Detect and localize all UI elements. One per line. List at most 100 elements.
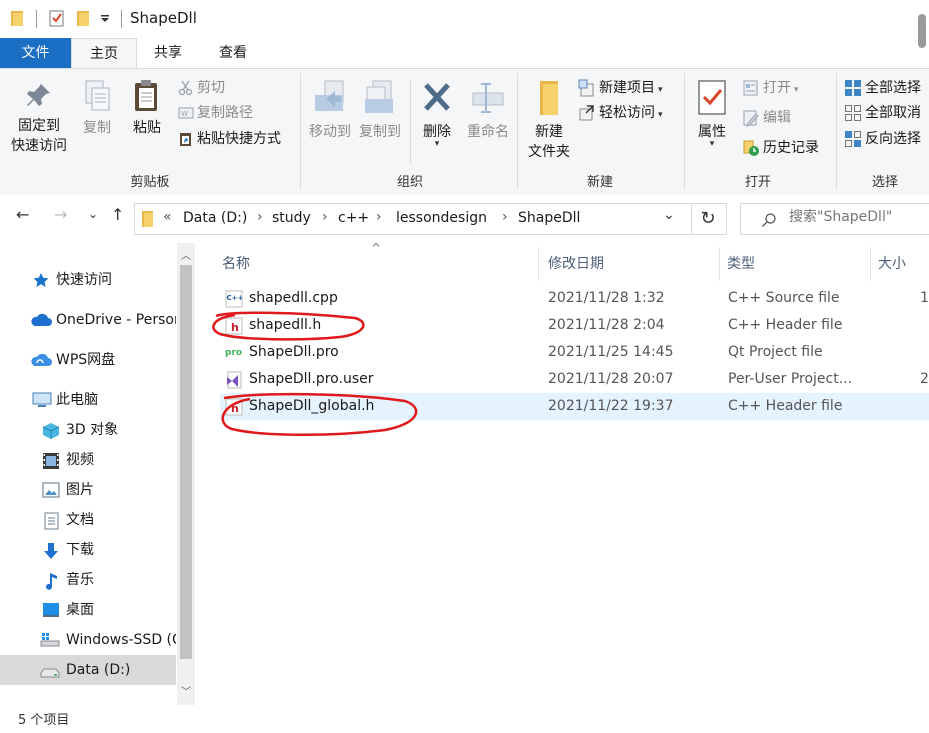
nav-item-quick-access[interactable]: 快速访问 bbox=[0, 265, 176, 295]
file-row[interactable]: C++ shapedll.cpp 2021/11/28 1:32 C++ Sou… bbox=[220, 285, 929, 312]
ribbon: 固定到 快速访问 复制 粘贴 剪切 W 复制路径 粘贴快捷方式 剪贴板 移动到 复… bbox=[0, 68, 929, 196]
copy-to-icon bbox=[365, 80, 393, 113]
copy-button[interactable]: 复制 bbox=[76, 79, 118, 137]
breadcrumb-cpp[interactable]: c++ bbox=[338, 210, 369, 226]
video-film-icon bbox=[43, 453, 59, 469]
nav-item-pictures[interactable]: 图片 bbox=[0, 475, 176, 505]
up-arrow-icon[interactable]: ↑ bbox=[111, 205, 124, 224]
nav-item-downloads[interactable]: 下载 bbox=[0, 535, 176, 565]
file-type: C++ Header file bbox=[728, 398, 843, 414]
scroll-up-chevron-icon[interactable]: ︿ bbox=[181, 247, 191, 262]
column-separator[interactable] bbox=[870, 247, 871, 281]
tab-home[interactable]: 主页 bbox=[71, 38, 137, 69]
clipboard-group-title: 剪贴板 bbox=[130, 175, 170, 190]
column-header-name[interactable]: 名称 bbox=[222, 253, 250, 273]
open-button[interactable]: 打开 ▾ bbox=[742, 77, 799, 99]
scrollbar-thumb[interactable] bbox=[180, 265, 192, 659]
invert-selection-button[interactable]: 反向选择 bbox=[844, 128, 921, 150]
computer-icon bbox=[32, 392, 52, 407]
search-input[interactable] bbox=[789, 209, 924, 225]
forward-arrow-icon[interactable]: → bbox=[54, 205, 67, 224]
ribbon-tabs: 文件 主页 共享 查看 bbox=[0, 38, 929, 69]
open-label: 打开 bbox=[763, 80, 791, 96]
column-header-type[interactable]: 类型 bbox=[727, 253, 755, 273]
nav-item-documents[interactable]: 文档 bbox=[0, 505, 176, 535]
paste-shortcut-button[interactable]: 粘贴快捷方式 bbox=[178, 128, 281, 150]
new-folder-button[interactable]: 新建 文件夹 bbox=[522, 79, 576, 161]
delete-button[interactable]: 删除 ▾ bbox=[416, 79, 458, 149]
nav-item-windows-ssd[interactable]: Windows-SSD (C:) bbox=[0, 625, 176, 655]
move-to-icon bbox=[315, 80, 344, 111]
select-all-label: 全部选择 bbox=[865, 80, 921, 96]
file-row[interactable]: h shapedll.h 2021/11/28 2:04 C++ Header … bbox=[220, 312, 929, 339]
back-arrow-icon[interactable]: ← bbox=[16, 205, 29, 224]
visual-studio-file-icon bbox=[227, 371, 242, 389]
tab-view[interactable]: 查看 bbox=[200, 38, 266, 68]
address-bar[interactable]: « Data (D:) › study › c++ › lessondesign… bbox=[134, 203, 692, 235]
breadcrumb-drive[interactable]: Data (D:) bbox=[183, 210, 247, 226]
svg-text:h: h bbox=[231, 321, 239, 334]
paste-button[interactable]: 粘贴 bbox=[126, 79, 168, 137]
pin-to-quick-access-button[interactable]: 固定到 快速访问 bbox=[6, 81, 72, 155]
properties-button[interactable]: 属性 ▾ bbox=[688, 79, 736, 149]
tab-share[interactable]: 共享 bbox=[136, 38, 200, 68]
new-item-button[interactable]: 新建项目 ▾ bbox=[578, 77, 663, 99]
nav-item-data-drive[interactable]: Data (D:) bbox=[0, 655, 176, 685]
file-type: Per-User Project... bbox=[728, 371, 853, 387]
delete-dropdown-icon[interactable]: ▾ bbox=[416, 140, 458, 149]
nav-item-desktop[interactable]: 桌面 bbox=[0, 595, 176, 625]
rename-button[interactable]: 重命名 bbox=[462, 79, 514, 141]
nav-item-onedrive[interactable]: OneDrive - Personal bbox=[0, 305, 176, 335]
column-header-size[interactable]: 大小 bbox=[878, 253, 906, 273]
easy-access-button[interactable]: 轻松访问 ▾ bbox=[578, 102, 663, 124]
new-folder-label-2: 文件夹 bbox=[528, 144, 570, 160]
copy-path-button[interactable]: W 复制路径 bbox=[178, 102, 253, 124]
refresh-icon[interactable]: ↻ bbox=[690, 203, 727, 235]
nav-item-videos[interactable]: 视频 bbox=[0, 445, 176, 475]
scroll-down-chevron-icon[interactable]: ﹀ bbox=[181, 683, 191, 698]
tab-file[interactable]: 文件 bbox=[0, 38, 71, 68]
breadcrumb-separator[interactable]: › bbox=[502, 209, 508, 225]
column-header-date[interactable]: 修改日期 bbox=[548, 253, 604, 273]
file-type: C++ Source file bbox=[728, 290, 840, 306]
history-button[interactable]: 历史记录 bbox=[742, 137, 819, 159]
nav-item-3d-objects[interactable]: 3D 对象 bbox=[0, 415, 176, 445]
column-separator[interactable] bbox=[538, 247, 539, 281]
file-row-selected[interactable]: h ShapeDll_global.h 2021/11/22 19:37 C++… bbox=[220, 393, 929, 420]
new-folder-quick-icon[interactable] bbox=[76, 9, 92, 27]
file-row[interactable]: ShapeDll.pro.user 2021/11/28 20:07 Per-U… bbox=[220, 366, 929, 393]
file-name: ShapeDll.pro.user bbox=[249, 371, 374, 387]
address-history-chevron-icon[interactable]: ⌄ bbox=[663, 207, 675, 223]
properties-label: 属性 bbox=[698, 124, 726, 140]
qt-project-icon: pro bbox=[225, 348, 242, 358]
search-box[interactable] bbox=[740, 203, 929, 235]
properties-quick-icon[interactable] bbox=[48, 9, 66, 27]
breadcrumb-overflow[interactable]: « bbox=[163, 209, 172, 225]
nav-item-wps-drive[interactable]: WPS网盘 bbox=[0, 345, 176, 375]
cut-button[interactable]: 剪切 bbox=[178, 77, 225, 99]
desktop-icon bbox=[43, 603, 59, 617]
select-all-button[interactable]: 全部选择 bbox=[844, 77, 921, 99]
rename-label: 重命名 bbox=[467, 124, 509, 140]
breadcrumb-separator[interactable]: › bbox=[376, 209, 382, 225]
breadcrumb-separator[interactable]: › bbox=[257, 209, 263, 225]
svg-text:C++: C++ bbox=[227, 294, 244, 302]
edit-button[interactable]: 编辑 bbox=[742, 107, 791, 129]
copy-to-button[interactable]: 复制到 bbox=[356, 79, 404, 141]
customize-quick-access-icon[interactable] bbox=[100, 15, 110, 23]
column-separator[interactable] bbox=[719, 247, 720, 281]
nav-pane-scrollbar[interactable]: ︿ ﹀ bbox=[177, 243, 195, 705]
breadcrumb-shapedll[interactable]: ShapeDll bbox=[518, 210, 580, 226]
pin-icon bbox=[27, 84, 50, 106]
nav-item-this-pc[interactable]: 此电脑 bbox=[0, 385, 176, 415]
select-none-label: 全部取消 bbox=[865, 105, 921, 121]
breadcrumb-lessondesign[interactable]: lessondesign bbox=[396, 210, 487, 226]
properties-dropdown-icon[interactable]: ▾ bbox=[688, 140, 736, 149]
nav-item-music[interactable]: 音乐 bbox=[0, 565, 176, 595]
breadcrumb-separator[interactable]: › bbox=[322, 209, 328, 225]
move-to-button[interactable]: 移动到 bbox=[305, 79, 355, 141]
select-none-button[interactable]: 全部取消 bbox=[844, 102, 921, 124]
recent-locations-chevron-icon[interactable]: ⌄ bbox=[88, 207, 98, 221]
file-row[interactable]: pro ShapeDll.pro 2021/11/25 14:45 Qt Pro… bbox=[220, 339, 929, 366]
breadcrumb-study[interactable]: study bbox=[272, 210, 311, 226]
